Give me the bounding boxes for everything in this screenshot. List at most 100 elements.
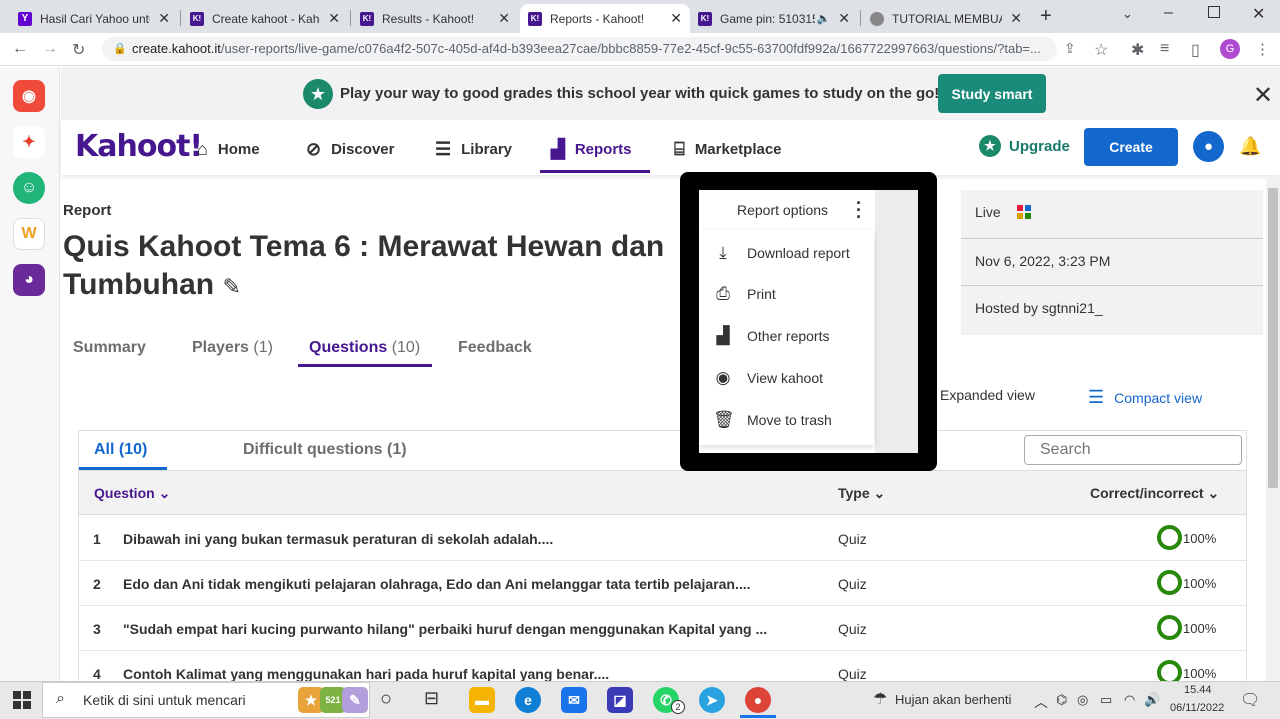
telegram-icon[interactable]: ➤: [699, 687, 725, 713]
filter-all-tab[interactable]: All (10): [94, 441, 147, 459]
windows-start-icon[interactable]: [13, 691, 31, 709]
app-icon-1[interactable]: ◉: [13, 80, 45, 112]
share-icon[interactable]: ⇪: [1064, 40, 1076, 57]
bar-chart-icon: ▟: [551, 139, 565, 159]
filter-difficult-tab[interactable]: Difficult questions (1): [243, 441, 407, 459]
type-column-header[interactable]: Type ⌄: [838, 485, 885, 502]
pencil-highlight-icon[interactable]: ✎: [342, 687, 368, 713]
report-options-button[interactable]: Report options: [737, 202, 828, 218]
tab-summary[interactable]: Summary: [73, 339, 146, 357]
app-icon-5[interactable]: ◕: [13, 264, 45, 296]
home-icon: ⌂: [197, 139, 208, 159]
close-tab-icon[interactable]: ✕: [838, 10, 850, 27]
nav-library[interactable]: ☰ Library: [435, 139, 512, 160]
question-column-header[interactable]: Question ⌄: [94, 485, 170, 502]
weather-icon[interactable]: ☂: [873, 689, 887, 709]
compact-view-button[interactable]: ☰ Compact view: [1088, 387, 1202, 408]
browser-tab-6[interactable]: TUTORIAL MEMBUAT ✕: [862, 4, 1030, 33]
tab-players[interactable]: Players (1): [192, 339, 273, 357]
chrome-icon[interactable]: ●: [745, 687, 771, 713]
close-tab-icon[interactable]: ✕: [1010, 10, 1022, 27]
user-avatar-icon[interactable]: ●: [1193, 131, 1224, 162]
restore-window-icon[interactable]: [1208, 6, 1220, 18]
kahoot-favicon-icon: K!: [190, 11, 204, 26]
task-view-icon[interactable]: ⊟: [424, 688, 439, 709]
battery-icon[interactable]: ▭: [1100, 692, 1112, 708]
chevron-down-icon: ⌄: [158, 485, 171, 501]
reading-list-icon[interactable]: ≡: [1160, 40, 1169, 58]
app-icon-3[interactable]: ☺: [13, 172, 45, 204]
audio-playing-icon[interactable]: 🔈: [817, 12, 831, 25]
bookmark-star-icon[interactable]: ☆: [1094, 40, 1108, 60]
close-window-icon[interactable]: ✕: [1252, 4, 1265, 24]
close-tab-icon[interactable]: ✕: [498, 10, 510, 27]
photo-app-icon[interactable]: ◪: [607, 687, 633, 713]
minimize-window-icon[interactable]: –: [1164, 4, 1173, 22]
close-tab-icon[interactable]: ✕: [670, 10, 682, 27]
nav-discover[interactable]: ⊘ Discover: [306, 139, 394, 160]
tray-chevron-up-icon[interactable]: ︿: [1034, 692, 1048, 712]
forward-arrow-icon[interactable]: →: [42, 40, 58, 58]
clock-date[interactable]: 06/11/2022: [1170, 702, 1224, 714]
close-tab-icon[interactable]: ✕: [158, 10, 170, 27]
star-icon: ★: [979, 135, 1001, 157]
search-input[interactable]: [1024, 435, 1242, 465]
report-title: Quis Kahoot Tema 6 : Merawat Hewan dan T…: [63, 230, 665, 301]
tab-search-chevron-icon[interactable]: ⌄: [1122, 6, 1133, 22]
weather-text[interactable]: Hujan akan berhenti: [895, 692, 1011, 707]
row-type: Quiz: [838, 621, 867, 637]
browser-menu-icon[interactable]: ⋮: [1255, 40, 1270, 58]
edge-browser-icon[interactable]: e: [515, 687, 541, 713]
tab-questions[interactable]: Questions (10): [309, 339, 420, 357]
menu-view-kahoot[interactable]: ◉ View kahoot: [713, 368, 823, 388]
side-panel-icon[interactable]: ▯: [1191, 40, 1200, 60]
menu-other-reports[interactable]: ▟ Other reports: [713, 326, 829, 346]
tray-circle-icon[interactable]: ◎: [1077, 692, 1088, 708]
browser-tab-5[interactable]: K! Game pin: 510315 🔈 ✕: [690, 4, 858, 33]
upgrade-link[interactable]: ★ Upgrade: [979, 135, 1070, 157]
correct-column-header[interactable]: Correct/incorrect ⌄: [1090, 485, 1219, 502]
clock-time[interactable]: 15.44: [1184, 684, 1212, 696]
reload-icon[interactable]: ↻: [72, 40, 85, 60]
browser-tab-3[interactable]: K! Results - Kahoot! ✕: [352, 4, 518, 33]
file-explorer-icon[interactable]: ▬: [469, 687, 495, 713]
cortana-icon[interactable]: ○: [380, 688, 392, 711]
lock-icon[interactable]: 🔒: [113, 42, 127, 55]
browser-tab-4-active[interactable]: K! Reports - Kahoot! ✕: [520, 4, 690, 33]
more-options-icon[interactable]: · · ·: [856, 194, 862, 226]
scrollbar-thumb[interactable]: [1268, 188, 1278, 488]
tray-app-icon[interactable]: ⌬: [1056, 692, 1067, 708]
menu-move-to-trash[interactable]: 🗑 Move to trash: [713, 410, 832, 430]
extensions-puzzle-icon[interactable]: ✱: [1131, 40, 1144, 60]
back-arrow-icon[interactable]: ←: [12, 40, 28, 58]
close-banner-icon[interactable]: ✕: [1253, 81, 1273, 110]
create-button[interactable]: Create: [1084, 128, 1178, 166]
close-tab-icon[interactable]: ✕: [328, 10, 340, 27]
active-app-indicator: [740, 715, 776, 718]
kahoot-favicon-icon: K!: [698, 11, 712, 26]
mail-icon[interactable]: ✉: [561, 687, 587, 713]
address-bar[interactable]: create.kahoot.it/user-reports/live-game/…: [102, 37, 1057, 61]
new-tab-icon[interactable]: +: [1040, 5, 1052, 28]
tab-feedback[interactable]: Feedback: [458, 339, 532, 357]
profile-avatar-icon[interactable]: G: [1220, 39, 1240, 59]
volume-icon[interactable]: 🔊: [1144, 692, 1160, 708]
edit-pencil-icon[interactable]: ✎: [222, 274, 240, 299]
app-icon-4[interactable]: W: [13, 218, 45, 250]
browser-tab-2[interactable]: K! Create kahoot - Kaho ✕: [182, 4, 348, 33]
study-smart-button[interactable]: Study smart: [938, 74, 1046, 113]
nav-marketplace[interactable]: ⌸ Marketplace: [674, 139, 782, 160]
app-icon-2[interactable]: ✦: [13, 126, 45, 158]
nav-home[interactable]: ⌂ Home: [197, 139, 260, 160]
notification-bell-icon[interactable]: 🔔: [1239, 136, 1261, 157]
menu-download-report[interactable]: ⤓ Download report: [713, 243, 850, 263]
wifi-icon[interactable]: ◠: [1124, 692, 1135, 708]
menu-print[interactable]: ⎙ Print: [713, 284, 776, 304]
expanded-view-button[interactable]: Expanded view: [930, 387, 1035, 403]
compass-icon: ⊘: [306, 139, 322, 159]
browser-tab-1[interactable]: Y Hasil Cari Yahoo untuk ✕: [10, 4, 178, 33]
nav-reports[interactable]: ▟ Reports: [551, 139, 632, 160]
kahoot-logo[interactable]: Kahoot!: [75, 129, 203, 164]
notification-center-icon[interactable]: 🗨: [1240, 690, 1260, 710]
row-percent: 100%: [1183, 576, 1217, 591]
